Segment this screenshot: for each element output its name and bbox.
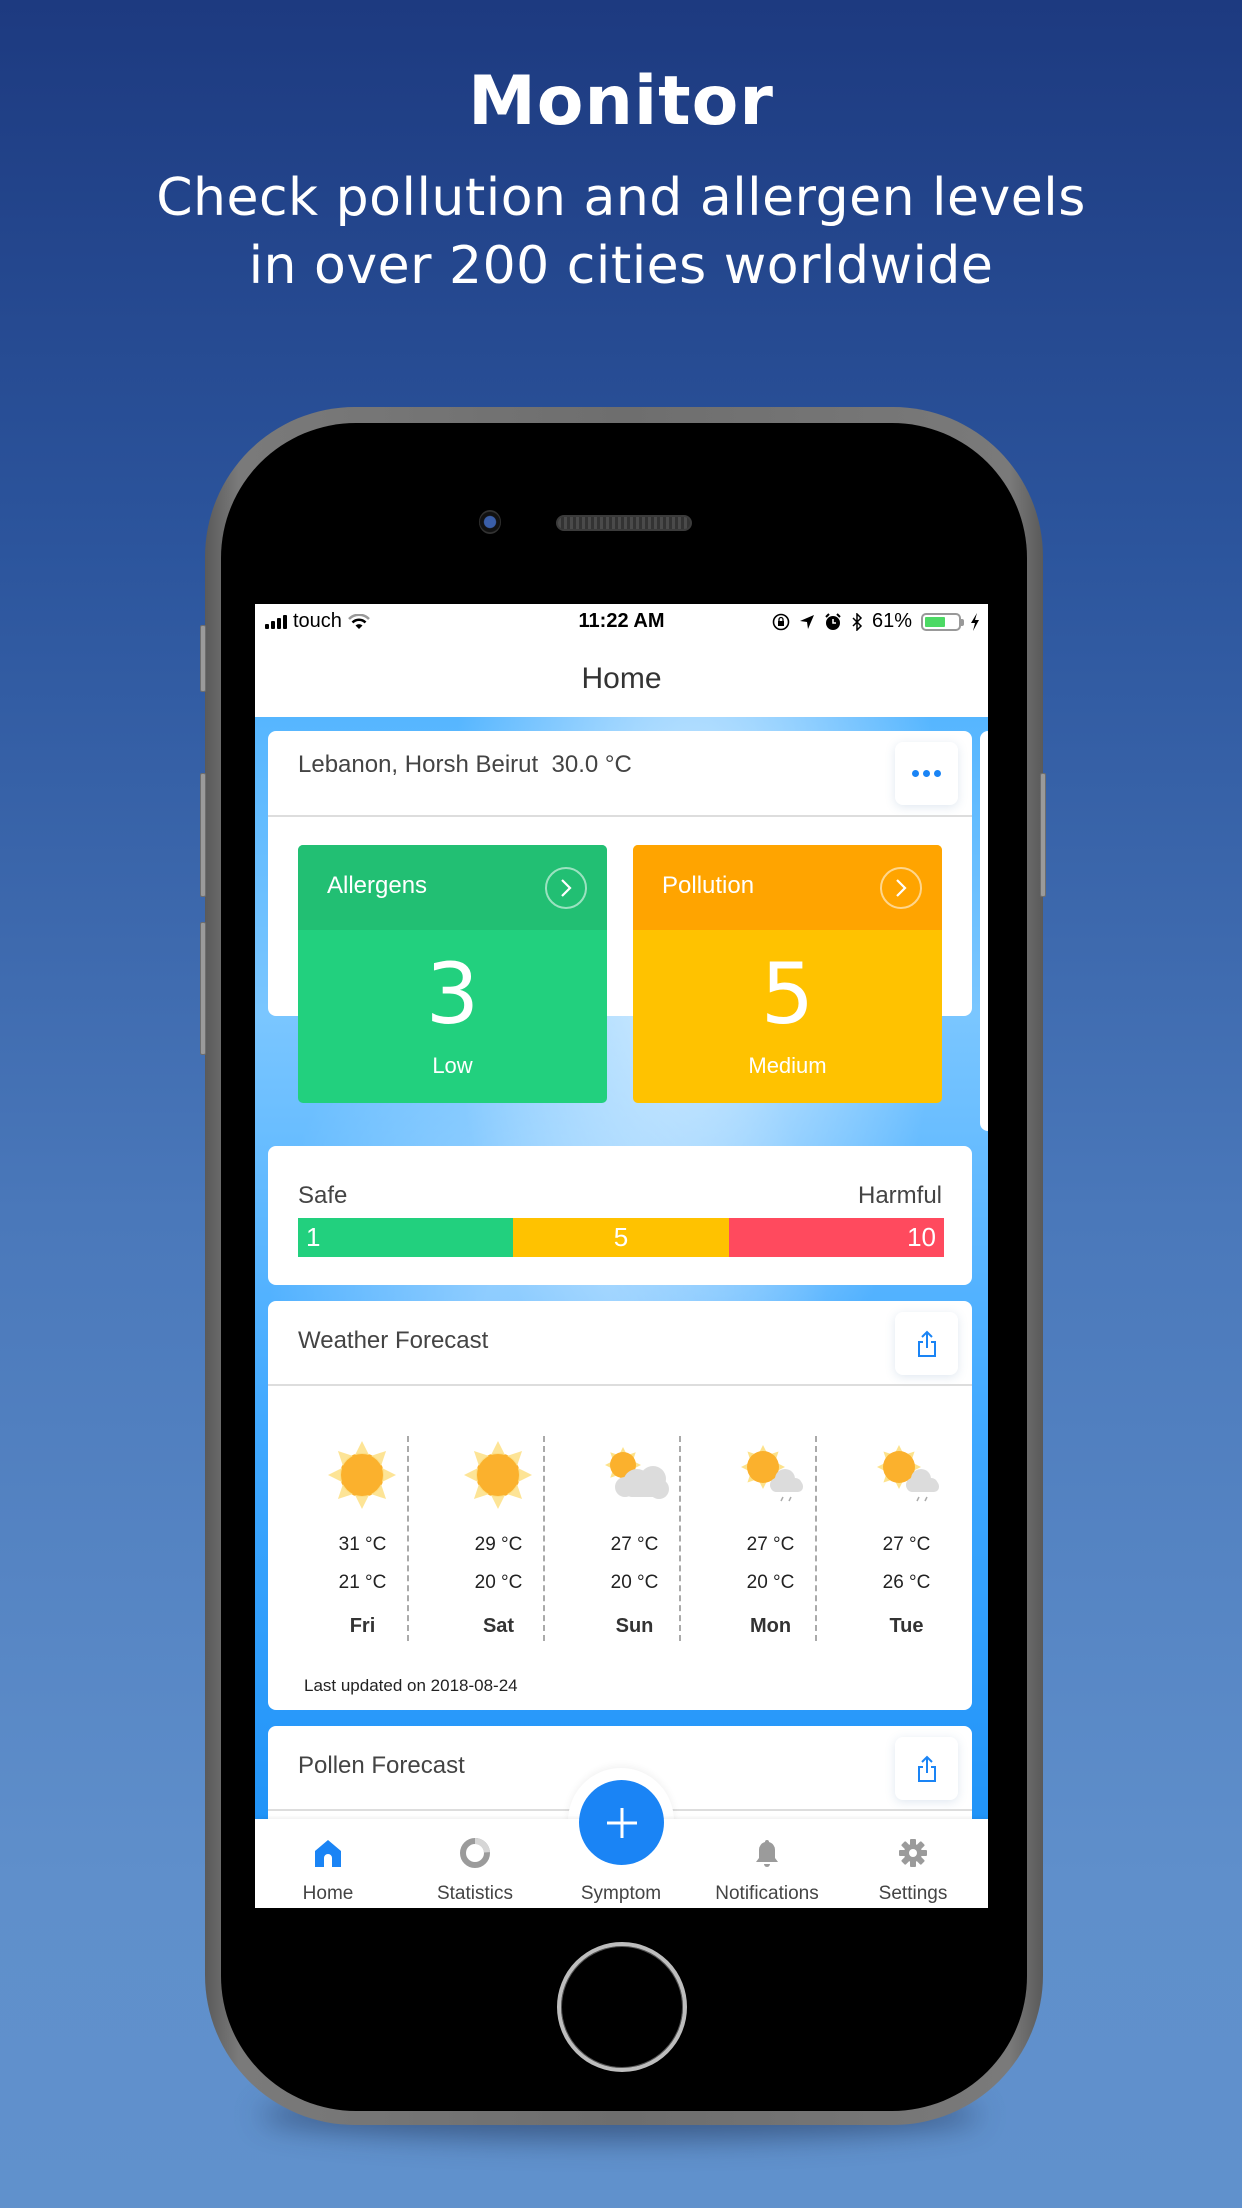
tab-statistics[interactable]: Statistics <box>415 1819 535 1908</box>
scale-card: Safe Harmful 1 5 10 <box>268 1146 972 1285</box>
bell-icon <box>756 1840 778 1867</box>
pollen-forecast-title: Pollen Forecast <box>298 1752 465 1779</box>
forecast-high: 29 °C <box>474 1534 523 1555</box>
pollution-tile-header: Pollution <box>633 845 942 930</box>
location-card: Lebanon, Horsh Beirut 30.0 °C Allergens … <box>268 731 972 1103</box>
more-options-button[interactable] <box>895 742 958 805</box>
home-button[interactable] <box>557 1942 687 2072</box>
scale-bar: 1 5 10 <box>298 1218 944 1257</box>
next-location-card-peek[interactable] <box>980 731 988 1131</box>
orientation-lock-icon <box>772 613 790 630</box>
forecast-high: 27 °C <box>610 1534 659 1555</box>
harmful-label: Harmful <box>857 1182 942 1209</box>
forecast-low: 21 °C <box>338 1572 387 1593</box>
scale-segment-safe: 1 <box>298 1218 514 1257</box>
card-divider <box>268 815 972 817</box>
bluetooth-icon <box>852 612 863 631</box>
last-updated: Last updated on 2018-08-24 <box>304 1676 518 1695</box>
weather-sunny-icon <box>464 1441 532 1509</box>
tab-notifications[interactable]: Notifications <box>707 1819 827 1908</box>
battery-percent: 61% <box>871 610 912 632</box>
forecast-low: 20 °C <box>746 1572 795 1593</box>
app-screen: touch 11:22 AM 61% Home Lebanon, Horsh B… <box>255 604 988 1908</box>
safe-label: Safe <box>298 1182 348 1209</box>
promo-subtitle-line1: Check pollution and allergen levels <box>156 168 1086 228</box>
weather-forecast-title: Weather Forecast <box>298 1327 489 1354</box>
allergens-tile-header: Allergens <box>298 845 607 930</box>
home-content[interactable]: Lebanon, Horsh Beirut 30.0 °C Allergens … <box>255 717 988 1908</box>
pollution-tile[interactable]: Pollution 5 Medium <box>633 845 942 1103</box>
allergens-level: Low <box>432 1053 473 1078</box>
location-name: Lebanon, Horsh Beirut <box>298 751 539 778</box>
forecast-low: 20 °C <box>610 1572 659 1593</box>
allergens-value: 3 <box>425 945 480 1043</box>
scale-segment-medium: 5 <box>513 1218 729 1257</box>
scale-segment-harmful: 10 <box>728 1218 944 1257</box>
tab-label-statistics: Statistics <box>436 1883 514 1904</box>
weather-forecast-card: Weather Forecast 31 °C 21 °C Fri 29 °C 20 °C… <box>268 1301 972 1710</box>
card-divider <box>268 1384 972 1386</box>
statistics-icon <box>460 1838 490 1868</box>
front-camera <box>479 510 501 534</box>
tab-home[interactable]: Home <box>268 1819 388 1908</box>
battery-level <box>925 616 945 627</box>
ellipsis-icon <box>912 770 941 777</box>
volume-down-button <box>200 922 206 1055</box>
tab-label-settings: Settings <box>878 1883 948 1904</box>
weather-share-button[interactable] <box>895 1312 958 1375</box>
forecast-high: 27 °C <box>882 1534 931 1555</box>
location-temperature: 30.0 °C <box>551 751 632 778</box>
pollution-level: Medium <box>748 1053 827 1078</box>
weather-partly-cloudy-icon <box>605 1447 669 1499</box>
power-button <box>1040 773 1046 897</box>
allergens-tile[interactable]: Allergens 3 Low <box>298 845 607 1103</box>
forecast-day-label: Sat <box>482 1615 515 1637</box>
tab-label-notifications: Notifications <box>715 1883 819 1904</box>
share-icon <box>917 1330 936 1357</box>
plus-icon <box>606 1807 637 1838</box>
forecast-high: 27 °C <box>746 1534 795 1555</box>
pollution-value: 5 <box>760 945 815 1043</box>
allergens-label: Allergens <box>327 872 428 899</box>
forecast-day-label: Tue <box>889 1615 924 1637</box>
forecast-low: 26 °C <box>882 1572 931 1593</box>
volume-up-button <box>200 773 206 897</box>
status-bar: touch 11:22 AM 61% <box>255 604 988 638</box>
chevron-right-icon[interactable] <box>880 867 922 909</box>
forecast-day-label: Fri <box>349 1615 376 1637</box>
scale-labels: Safe Harmful <box>298 1182 942 1210</box>
earpiece-speaker <box>556 515 692 531</box>
weather-sun-rain-icon <box>877 1445 939 1502</box>
pollen-share-button[interactable] <box>895 1737 958 1800</box>
page-title: Home <box>581 662 662 695</box>
forecast-low: 20 °C <box>474 1572 523 1593</box>
home-icon <box>315 1840 341 1867</box>
mute-switch <box>200 625 206 692</box>
chevron-right-icon[interactable] <box>545 867 587 909</box>
forecast-high: 31 °C <box>338 1534 387 1555</box>
weather-sun-rain-icon <box>741 1445 803 1502</box>
pollution-label: Pollution <box>662 872 755 899</box>
forecast-day-label: Sun <box>615 1615 654 1637</box>
forecast-day-label: Mon <box>749 1615 792 1637</box>
tab-label-home: Home <box>302 1883 354 1904</box>
location-icon <box>799 614 814 629</box>
promo-title: Monitor <box>468 62 774 141</box>
gear-icon <box>899 1839 927 1867</box>
add-symptom-button[interactable] <box>579 1780 664 1865</box>
weather-sunny-icon <box>328 1441 396 1509</box>
charging-icon <box>971 612 979 631</box>
promo-subtitle-line2: in over 200 cities worldwide <box>248 236 994 296</box>
battery-icon <box>921 612 964 631</box>
alarm-icon <box>825 612 841 630</box>
tab-settings[interactable]: Settings <box>853 1819 973 1908</box>
share-icon <box>917 1755 936 1782</box>
location-header: Lebanon, Horsh Beirut 30.0 °C <box>298 751 632 779</box>
tab-label-symptom: Symptom <box>580 1883 662 1904</box>
